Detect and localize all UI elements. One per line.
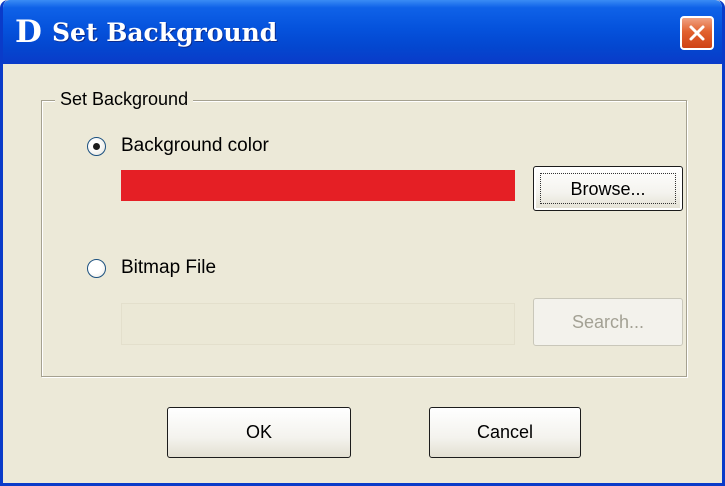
window-title: Set Background: [52, 18, 278, 47]
close-button[interactable]: [680, 16, 714, 50]
app-logo-icon: D: [15, 14, 42, 50]
search-button-text: Search...: [571, 312, 645, 332]
ok-button[interactable]: OK: [167, 407, 351, 458]
browse-button-text: Browse...: [570, 179, 646, 199]
radio-selected-dot: [93, 143, 100, 150]
background-color-radio[interactable]: [87, 137, 106, 156]
group-legend: Set Background: [55, 86, 194, 112]
bitmap-file-path-field[interactable]: [121, 303, 515, 345]
background-color-swatch: [121, 170, 515, 201]
browse-button-label: Browse...: [540, 173, 676, 204]
close-icon: [689, 25, 705, 41]
title-bar[interactable]: D Set Background: [3, 0, 722, 64]
search-button[interactable]: Search...: [533, 298, 683, 346]
browse-button[interactable]: Browse...: [533, 166, 683, 211]
cancel-button[interactable]: Cancel: [429, 407, 581, 458]
set-background-dialog: D Set Background Set Background Backgrou…: [0, 0, 725, 486]
bitmap-file-label[interactable]: Bitmap File: [121, 256, 216, 280]
background-color-label[interactable]: Background color: [121, 134, 269, 158]
bitmap-file-radio[interactable]: [87, 259, 106, 278]
